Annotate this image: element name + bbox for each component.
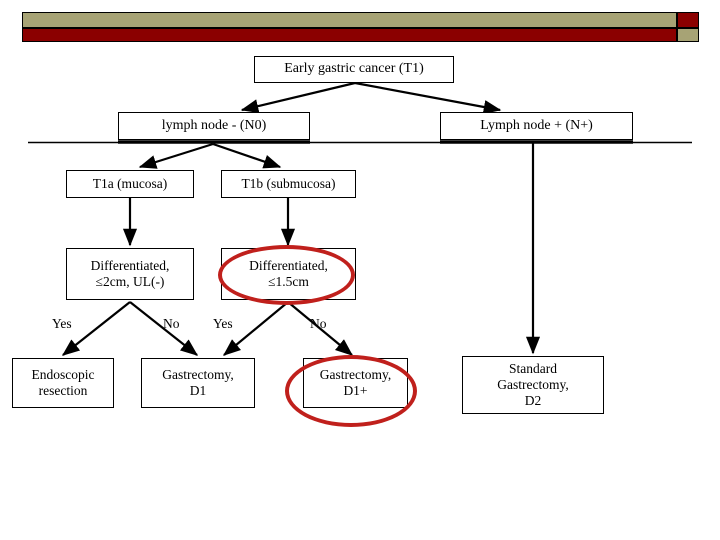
branch-label-yes-right: Yes xyxy=(213,316,233,331)
arrow-title-to-n0 xyxy=(240,81,356,114)
node-t1a-mucosa: T1a (mucosa) xyxy=(66,170,194,198)
node-label-line2: D1 xyxy=(189,383,207,398)
node-lymph-node-negative: lymph node - (N0) xyxy=(118,112,310,140)
node-label: Lymph node + (N+) xyxy=(480,117,593,133)
node-differentiated-2cm: Differentiated, ≤2cm, UL(-) xyxy=(66,248,194,300)
node-label-line2: resection xyxy=(38,383,88,398)
node-gastrectomy-d1: Gastrectomy, D1 xyxy=(141,358,255,408)
node-gastrectomy-d1-plus: Gastrectomy, D1+ xyxy=(303,358,408,408)
node-endoscopic-resection: Endoscopic resection xyxy=(12,358,114,408)
arrow-title-to-nplus xyxy=(354,81,502,114)
header-bar-red-bottom xyxy=(22,28,677,42)
node-label-line1: Endoscopic xyxy=(31,367,95,383)
node-standard-gastrectomy-d2: Standard Gastrectomy, D2 xyxy=(462,356,604,414)
arrow-n0-to-t1b xyxy=(212,142,282,169)
node-label-line2: ≤2cm, UL(-) xyxy=(95,274,165,289)
arrow-diff15cm-yes-to-gastrectomy-d1 xyxy=(222,301,289,356)
node-label-line1: Differentiated, xyxy=(90,258,170,274)
node-label-line1: Differentiated, xyxy=(249,258,328,274)
header-square-red xyxy=(677,12,699,28)
node-label: Early gastric cancer (T1) xyxy=(284,61,424,77)
node-label-line3: D2 xyxy=(524,392,542,408)
node-early-gastric-cancer: Early gastric cancer (T1) xyxy=(254,56,454,83)
node-label: lymph node - (N0) xyxy=(161,117,267,133)
node-label-line1: Gastrectomy, xyxy=(319,367,392,383)
node-label-line1: Standard xyxy=(509,361,557,377)
node-label-line2: Gastrectomy, xyxy=(497,377,569,393)
node-lymph-node-positive: Lymph node + (N+) xyxy=(440,112,633,140)
branch-label-no-left: No xyxy=(163,316,180,331)
branch-label-no-right: No xyxy=(310,316,327,331)
node-label-line1: Gastrectomy, xyxy=(162,367,234,383)
arrow-n0-to-t1a xyxy=(138,142,214,169)
header-banner xyxy=(0,0,720,46)
header-bar-olive-top xyxy=(22,12,677,28)
header-square-olive xyxy=(677,28,699,42)
node-t1b-submucosa: T1b (submucosa) xyxy=(221,170,356,198)
arrow-diff2cm-yes-to-endoscopic xyxy=(61,301,131,356)
node-differentiated-1-5cm: Differentiated, ≤1.5cm xyxy=(221,248,356,300)
branch-label-yes-left: Yes xyxy=(52,316,72,331)
node-label: T1a (mucosa) xyxy=(92,176,168,192)
node-label-line2: ≤1.5cm xyxy=(268,274,309,289)
node-label: T1b (submucosa) xyxy=(241,176,336,192)
node-label-line2: D1+ xyxy=(343,383,368,398)
